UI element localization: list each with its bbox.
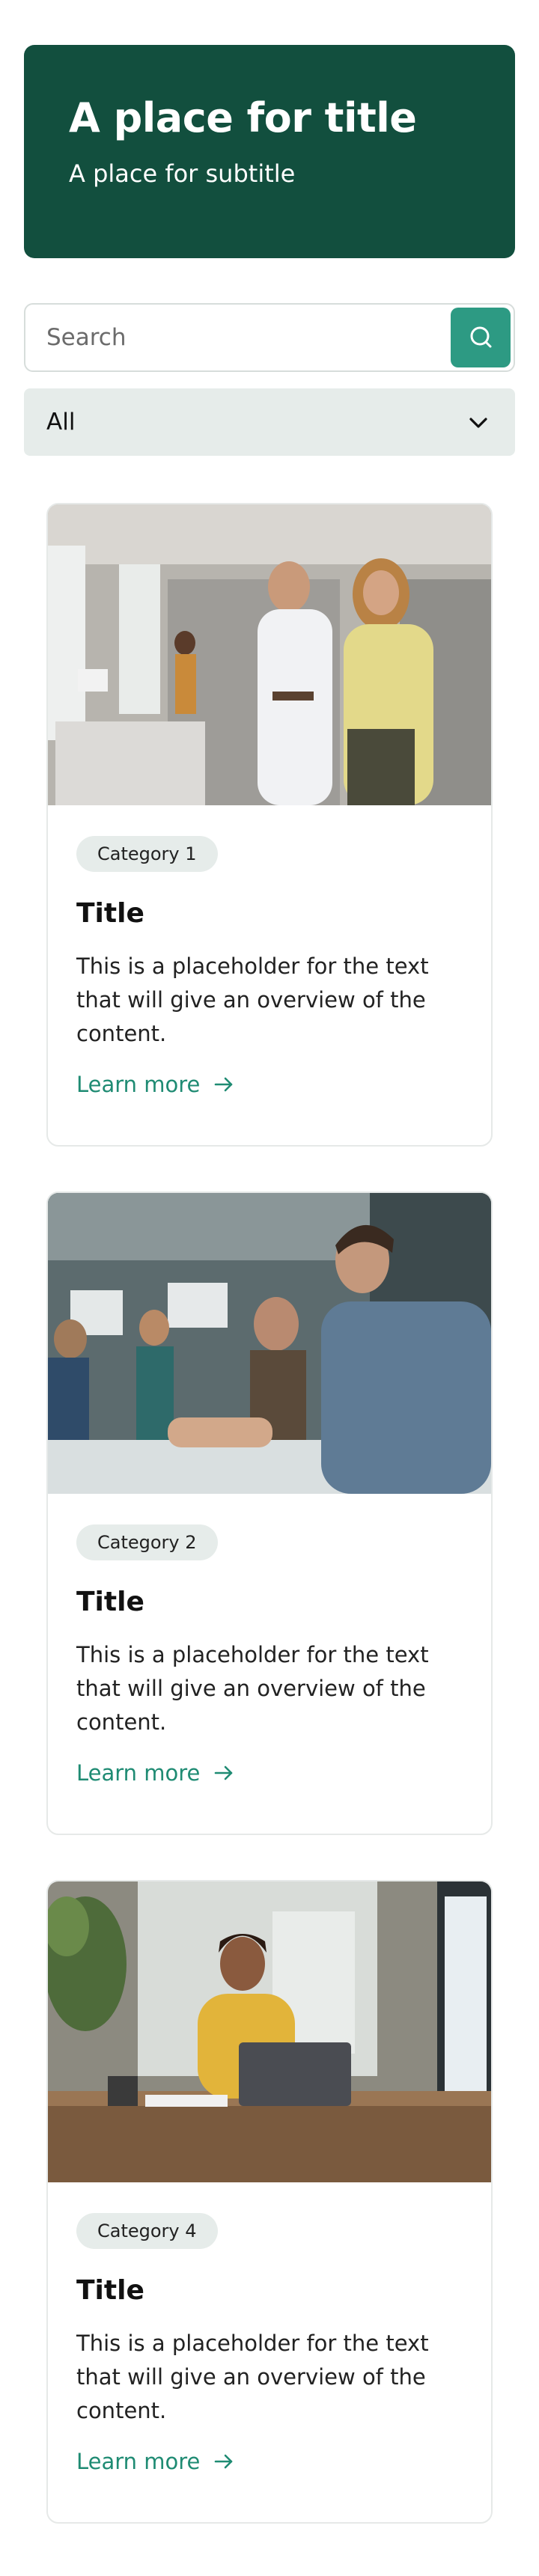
arrow-right-icon [215, 1765, 233, 1780]
card-title: Title [76, 1587, 144, 1617]
search-bar [24, 303, 515, 372]
learn-more-link[interactable]: Learn more [76, 2447, 236, 2476]
filter-selected-value: All [46, 409, 76, 436]
card-image [48, 504, 491, 805]
category-badge: Category 2 [76, 1524, 218, 1560]
category-filter-select[interactable]: All [24, 388, 515, 456]
card-title: Title [76, 2275, 144, 2306]
card-image [48, 1193, 491, 1494]
page-subtitle: A place for subtitle [69, 159, 296, 188]
card-description: This is a placeholder for the text that … [76, 953, 429, 1046]
content-card: Category 1 Title This is a placeholder f… [46, 503, 493, 1147]
search-button[interactable] [451, 308, 511, 367]
content-card: Category 4 Title This is a placeholder f… [46, 1880, 493, 2524]
learn-more-label: Learn more [76, 1072, 201, 1097]
chevron-down-icon [469, 418, 487, 428]
learn-more-link[interactable]: Learn more [76, 1069, 236, 1099]
card-description: This is a placeholder for the text that … [76, 1642, 429, 1735]
arrow-right-icon [215, 1077, 233, 1092]
card-image [48, 1881, 491, 2182]
content-card: Category 2 Title This is a placeholder f… [46, 1191, 493, 1835]
learn-more-label: Learn more [76, 1760, 201, 1786]
card-description: This is a placeholder for the text that … [76, 2331, 429, 2423]
card-title: Title [76, 898, 144, 929]
hero-banner: A place for title A place for subtitle [24, 45, 515, 258]
learn-more-label: Learn more [76, 2449, 201, 2474]
category-badge: Category 1 [76, 836, 218, 872]
search-icon [470, 326, 492, 348]
category-badge: Category 4 [76, 2213, 218, 2249]
arrow-right-icon [215, 2454, 233, 2469]
page-title: A place for title [69, 94, 417, 141]
learn-more-link[interactable]: Learn more [76, 1758, 236, 1788]
search-input[interactable] [46, 305, 451, 370]
